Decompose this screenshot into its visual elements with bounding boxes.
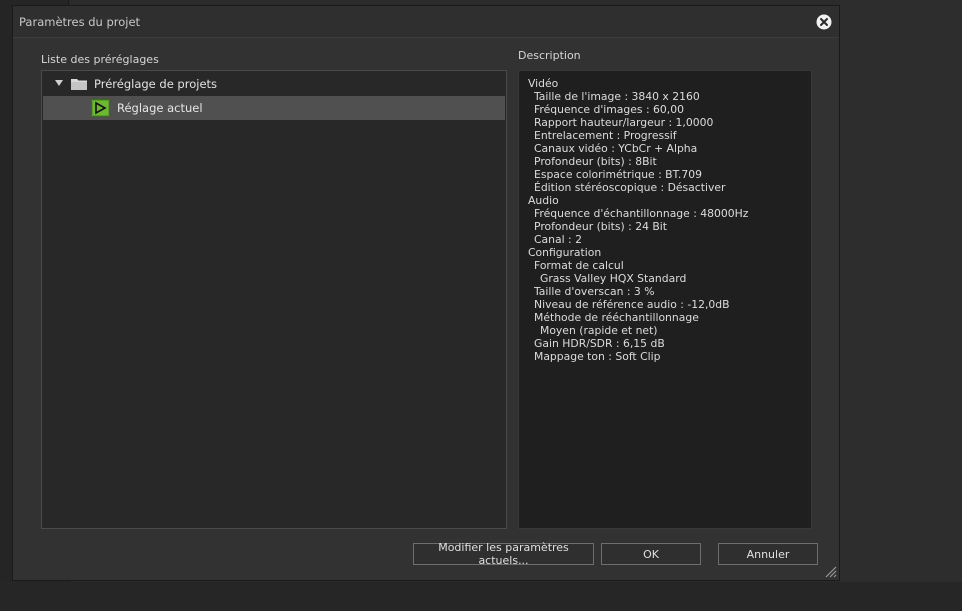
folder-icon (71, 79, 87, 90)
description-line: Canal : 2 (534, 233, 582, 246)
description-panel: Vidéo Taille de l'image : 3840 x 2160 Fréq… (518, 70, 812, 529)
description-line: Niveau de référence audio : -12,0dB (534, 298, 730, 311)
preset-icon (91, 99, 110, 117)
description-line: Rapport hauteur/largeur : 1,0000 (534, 116, 714, 129)
description-section-heading: Audio (528, 194, 559, 207)
tree-item-label: Préréglage de projets (94, 77, 218, 91)
description-line: Entrelacement : Progressif (534, 129, 677, 142)
description-line: Fréquence d'images : 60,00 (534, 103, 684, 116)
description-line: Profondeur (bits) : 24 Bit (534, 220, 668, 233)
resize-grip-icon[interactable] (823, 564, 837, 578)
description-line: Édition stéréoscopique : Désactiver (534, 181, 726, 194)
background-panel-right (840, 0, 962, 611)
description-line: Canaux vidéo : YCbCr + Alpha (534, 142, 698, 155)
description-line: Gain HDR/SDR : 6,15 dB (534, 337, 665, 350)
description-line: Grass Valley HQX Standard (540, 272, 687, 285)
description-line: Format de calcul (534, 259, 624, 272)
description-label: Description (518, 49, 581, 62)
background-panel-bottom (0, 582, 962, 611)
tree-item-label: Réglage actuel (117, 101, 203, 115)
tree-item-current-setting[interactable]: Réglage actuel (43, 96, 505, 120)
dialog-titlebar[interactable]: Paramètres du projet (13, 6, 839, 38)
close-icon (816, 14, 832, 30)
description-section-heading: Vidéo (528, 77, 559, 90)
description-line: Méthode de rééchantillonnage (534, 311, 699, 324)
description-line: Fréquence d'échantillonnage : 48000Hz (534, 207, 749, 220)
presets-tree[interactable]: Préréglage de projets Réglage actuel (41, 70, 507, 529)
tree-item-project-presets[interactable]: Préréglage de projets (43, 72, 505, 96)
description-line: Taille de l'image : 3840 x 2160 (534, 90, 700, 103)
description-line: Profondeur (bits) : 8Bit (534, 155, 657, 168)
description-line: Mappage ton : Soft Clip (534, 350, 661, 363)
description-line: Espace colorimétrique : BT.709 (534, 168, 702, 181)
description-text: Vidéo Taille de l'image : 3840 x 2160 Fréq… (528, 77, 748, 363)
expand-arrow-icon[interactable] (55, 80, 63, 86)
project-settings-dialog: Paramètres du projet Liste des préréglag… (12, 5, 840, 581)
modify-current-settings-button[interactable]: Modifier les paramètres actuels... (413, 541, 594, 567)
presets-list-label: Liste des préréglages (41, 53, 159, 66)
description-line: Taille d'overscan : 3 % (534, 285, 655, 298)
dialog-title: Paramètres du projet (19, 15, 141, 29)
cancel-button[interactable]: Annuler (718, 543, 818, 565)
close-button[interactable] (813, 11, 835, 33)
ok-button[interactable]: OK (601, 543, 701, 565)
description-line: Moyen (rapide et net) (540, 324, 658, 337)
description-section-heading: Configuration (528, 246, 602, 259)
